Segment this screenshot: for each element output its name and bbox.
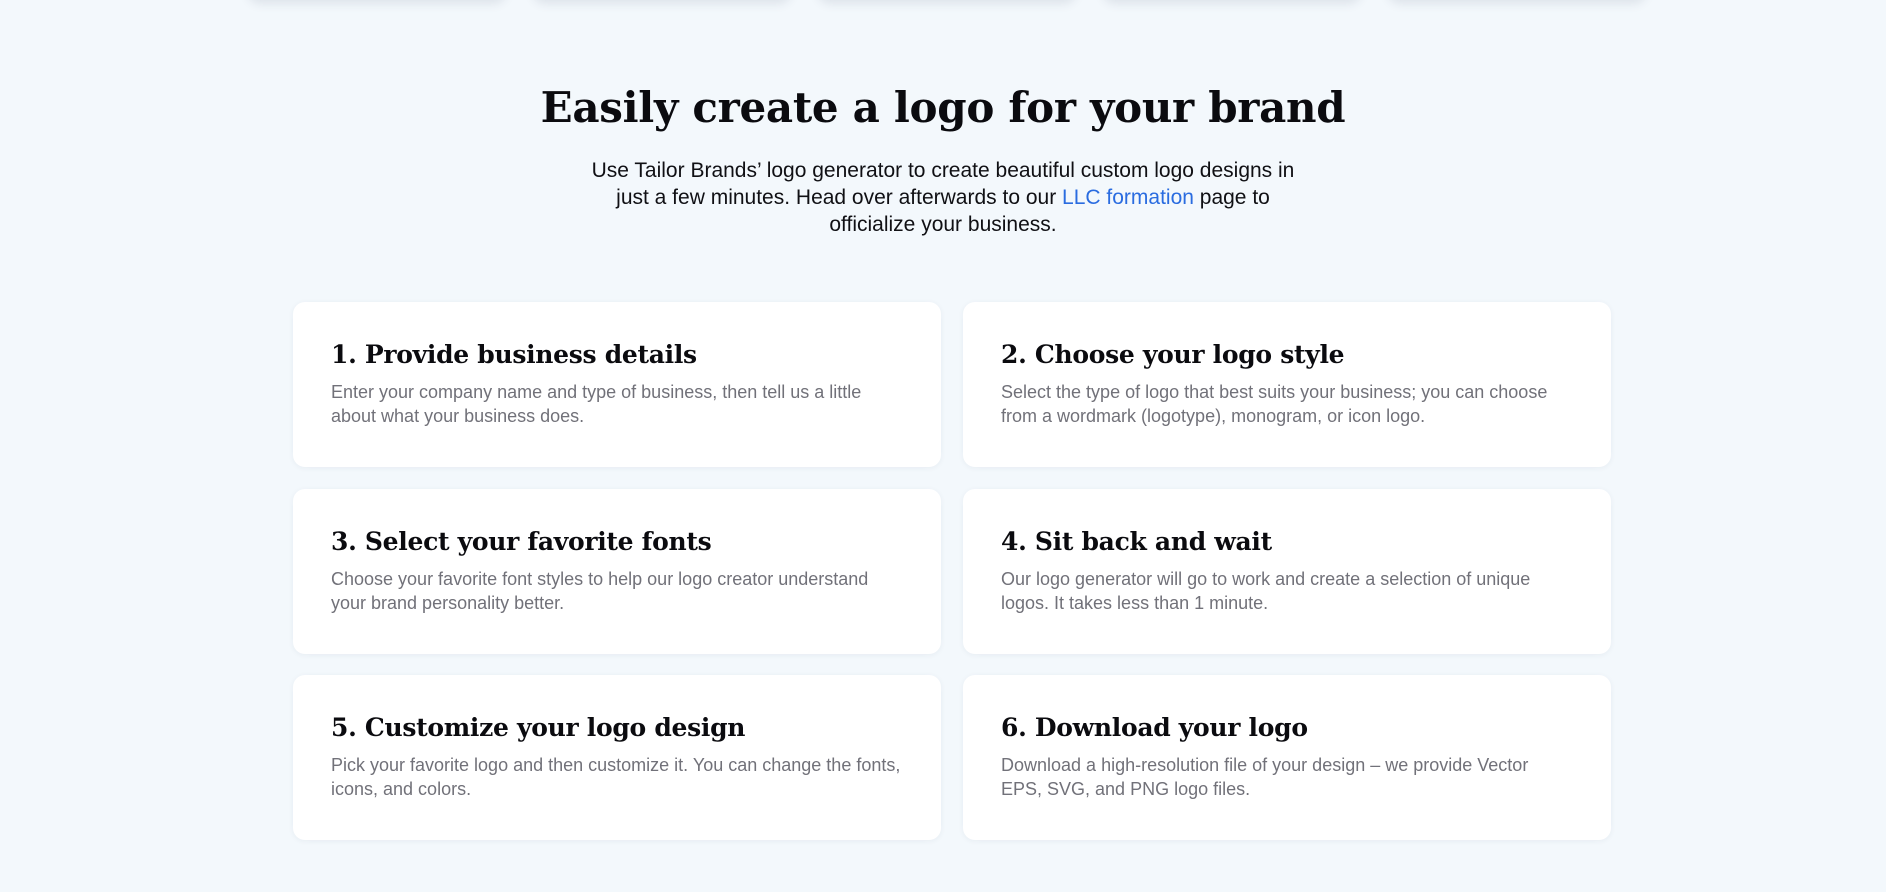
step-description: Our logo generator will go to work and c…	[1001, 569, 1531, 613]
step-card-sit-back-and-wait: 4. Sit back and wait Our logo generator …	[963, 489, 1611, 654]
step-card-provide-business-details: 1. Provide business details Enter your c…	[293, 302, 941, 467]
step-title: 1. Provide business details	[331, 340, 697, 369]
step-title: 4. Sit back and wait	[1001, 527, 1272, 556]
step-description: Download a high-resolution file of your …	[1001, 755, 1529, 799]
section-heading: Easily create a logo for your brand	[540, 83, 1346, 132]
step-card-select-favorite-fonts: 3. Select your favorite fonts Choose you…	[293, 489, 941, 654]
step-card-choose-logo-style: 2. Choose your logo style Select the typ…	[963, 302, 1611, 467]
step-description: Enter your company name and type of busi…	[331, 382, 862, 426]
step-card-download-logo: 6. Download your logo Download a high-re…	[963, 675, 1611, 840]
step-description: Choose your favorite font styles to help…	[331, 569, 869, 613]
step-description: Pick your favorite logo and then customi…	[331, 755, 901, 799]
section-intro: Use Tailor Brands’ logo generator to cre…	[573, 157, 1313, 238]
llc-formation-link[interactable]: LLC formation	[1062, 186, 1194, 209]
step-title: 3. Select your favorite fonts	[331, 527, 712, 556]
step-description: Select the type of logo that best suits …	[1001, 382, 1548, 426]
step-title: 6. Download your logo	[1001, 713, 1308, 742]
step-title: 5. Customize your logo design	[331, 713, 746, 742]
step-title: 2. Choose your logo style	[1001, 340, 1345, 369]
step-card-customize-logo-design: 5. Customize your logo design Pick your …	[293, 675, 941, 840]
